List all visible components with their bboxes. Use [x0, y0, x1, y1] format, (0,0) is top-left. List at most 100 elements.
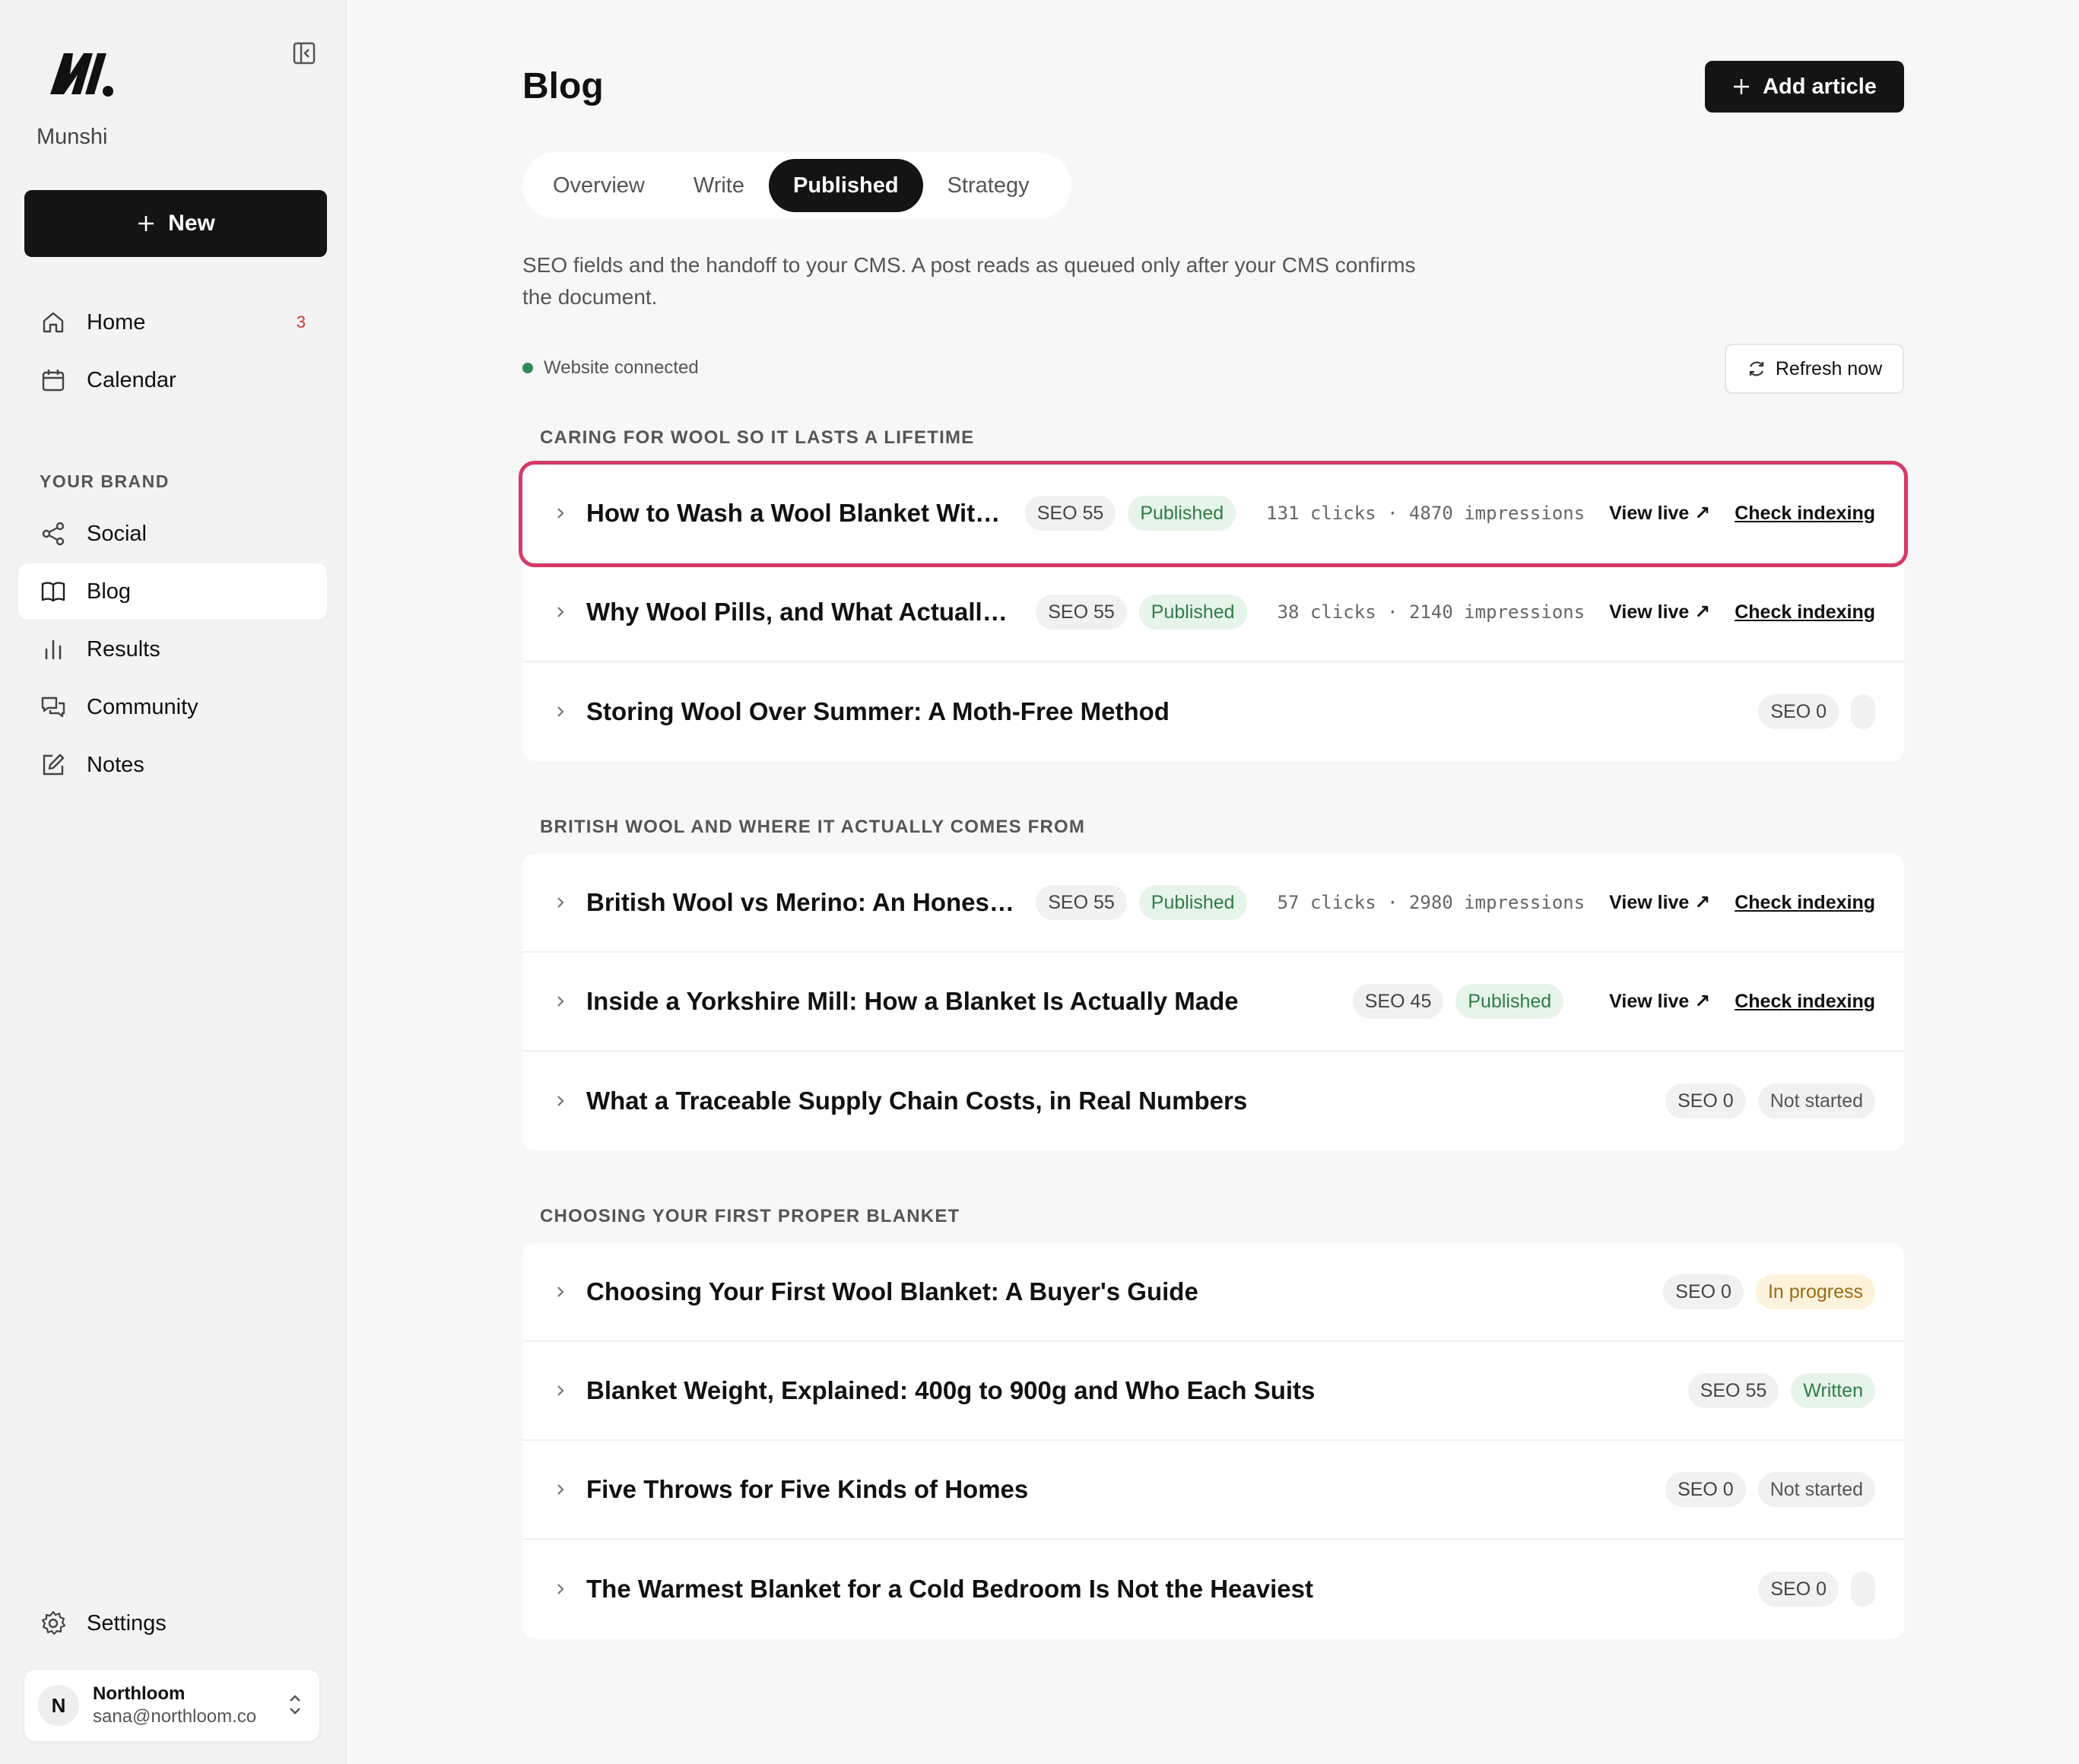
chat-bubbles-icon: [41, 696, 65, 718]
view-live-link[interactable]: View live ↗: [1609, 990, 1710, 1013]
check-indexing-link[interactable]: Check indexing: [1735, 601, 1875, 623]
new-button[interactable]: New: [24, 190, 327, 257]
sidebar-item-social[interactable]: Social: [18, 506, 327, 562]
calendar-icon: [42, 370, 65, 392]
article-title[interactable]: Blanket Weight, Explained: 400g to 900g …: [586, 1376, 1315, 1405]
seo-score-badge: SEO 55: [1036, 595, 1127, 630]
view-live-link[interactable]: View live ↗: [1609, 601, 1710, 623]
chevron-up-down-icon: [290, 1695, 300, 1715]
page-description: SEO fields and the handoff to your CMS. …: [522, 253, 1416, 309]
notification-badge: 3: [296, 313, 306, 332]
bar-chart-icon: [45, 639, 62, 660]
connection-status: Website connected: [522, 357, 699, 379]
article-title[interactable]: British Wool vs Merino: An Honest C...: [586, 888, 1016, 917]
table-row[interactable]: What a Traceable Supply Chain Costs, in …: [522, 1052, 1904, 1150]
article-title[interactable]: Storing Wool Over Summer: A Moth-Free Me…: [586, 697, 1170, 726]
sidebar: Munshi New Home 3 Calendar YOUR BRAND So…: [0, 0, 347, 1764]
view-live-link[interactable]: View live ↗: [1609, 891, 1710, 914]
article-title[interactable]: Choosing Your First Wool Blanket: A Buye…: [586, 1277, 1198, 1306]
brand-logo-icon[interactable]: [47, 47, 116, 100]
article-stats: 57 clicks · 2980 impressions: [1277, 892, 1585, 913]
tab-overview[interactable]: Overview: [528, 159, 669, 212]
seo-score-badge: SEO 0: [1665, 1083, 1746, 1118]
sidebar-item-calendar[interactable]: Calendar: [18, 352, 327, 408]
tab-bar: Overview Write Published Strategy: [522, 152, 1071, 219]
table-row[interactable]: British Wool vs Merino: An Honest C... S…: [522, 854, 1904, 953]
chevron-right-icon[interactable]: [553, 895, 568, 910]
collapse-sidebar-icon[interactable]: [290, 40, 318, 67]
sidebar-item-community[interactable]: Community: [18, 679, 327, 735]
home-icon: [43, 312, 64, 333]
account-email: sana@northloom.co: [93, 1706, 257, 1727]
article-title[interactable]: Five Throws for Five Kinds of Homes: [586, 1475, 1028, 1504]
article-title[interactable]: Inside a Yorkshire Mill: How a Blanket I…: [586, 987, 1239, 1016]
check-indexing-link[interactable]: Check indexing: [1735, 503, 1875, 525]
group-label: CARING FOR WOOL SO IT LASTS A LIFETIME: [540, 427, 975, 448]
seo-score-badge: SEO 45: [1352, 984, 1444, 1019]
tab-published[interactable]: Published: [769, 159, 923, 212]
chevron-right-icon[interactable]: [553, 1284, 568, 1299]
status-badge: Written: [1791, 1373, 1875, 1408]
gear-icon: [41, 1610, 66, 1636]
status-badge: Published: [1138, 595, 1247, 630]
chevron-right-icon[interactable]: [553, 704, 568, 719]
table-row[interactable]: Blanket Weight, Explained: 400g to 900g …: [522, 1342, 1904, 1441]
table-row[interactable]: Why Wool Pills, and What Actually S... S…: [522, 563, 1904, 662]
seo-score-badge: SEO 0: [1758, 1572, 1839, 1607]
article-group: Choosing Your First Wool Blanket: A Buye…: [522, 1243, 1904, 1639]
chevron-right-icon[interactable]: [553, 1482, 568, 1497]
refresh-now-button[interactable]: Refresh now: [1725, 344, 1904, 394]
sidebar-item-results[interactable]: Results: [18, 621, 327, 677]
view-live-link[interactable]: View live ↗: [1609, 502, 1710, 525]
chevron-right-icon[interactable]: [553, 506, 568, 521]
table-row[interactable]: The Warmest Blanket for a Cold Bedroom I…: [522, 1540, 1904, 1639]
article-title[interactable]: Why Wool Pills, and What Actually S...: [586, 598, 1016, 627]
article-title[interactable]: How to Wash a Wool Blanket Witho...: [586, 499, 1005, 528]
chevron-right-icon[interactable]: [553, 994, 568, 1009]
refresh-icon: [1749, 361, 1763, 376]
chevron-right-icon[interactable]: [553, 1582, 568, 1597]
seo-score-badge: SEO 55: [1036, 885, 1127, 920]
status-badge: Published: [1128, 496, 1236, 531]
section-label-your-brand: YOUR BRAND: [40, 471, 170, 491]
seo-score-badge: SEO 0: [1665, 1472, 1746, 1507]
plus-icon: [1734, 79, 1750, 94]
article-stats: 38 clicks · 2140 impressions: [1277, 601, 1585, 623]
connection-status-text: Website connected: [544, 357, 699, 378]
sidebar-item-blog[interactable]: Blog: [18, 563, 327, 620]
seo-score-badge: SEO 0: [1758, 694, 1839, 729]
table-row[interactable]: Inside a Yorkshire Mill: How a Blanket I…: [522, 953, 1904, 1052]
group-label: BRITISH WOOL AND WHERE IT ACTUALLY COMES…: [540, 817, 1086, 837]
seo-score-badge: SEO 55: [1024, 496, 1116, 531]
article-title[interactable]: What a Traceable Supply Chain Costs, in …: [586, 1087, 1247, 1115]
share-icon: [42, 522, 65, 546]
sidebar-item-settings[interactable]: Settings: [18, 1595, 327, 1651]
chevron-right-icon[interactable]: [553, 1093, 568, 1109]
table-row[interactable]: Five Throws for Five Kinds of Homes SEO …: [522, 1441, 1904, 1540]
sidebar-item-notes[interactable]: Notes: [18, 737, 327, 793]
article-title[interactable]: The Warmest Blanket for a Cold Bedroom I…: [586, 1575, 1313, 1604]
check-indexing-link[interactable]: Check indexing: [1735, 991, 1875, 1013]
book-open-icon: [41, 582, 65, 602]
seo-score-badge: SEO 55: [1687, 1373, 1779, 1408]
status-badge: Not started: [1757, 1083, 1875, 1118]
table-row[interactable]: How to Wash a Wool Blanket Witho... SEO …: [519, 461, 1908, 567]
status-badge: Published: [1138, 885, 1247, 920]
check-indexing-link[interactable]: Check indexing: [1735, 892, 1875, 914]
status-badge: [1851, 1572, 1875, 1607]
sidebar-item-home[interactable]: Home 3: [18, 294, 327, 351]
article-group: How to Wash a Wool Blanket Witho... SEO …: [519, 461, 1908, 761]
chevron-right-icon[interactable]: [553, 1383, 568, 1398]
status-badge: In progress: [1755, 1274, 1875, 1309]
tab-strategy[interactable]: Strategy: [923, 159, 1054, 212]
chevron-right-icon[interactable]: [553, 604, 568, 620]
sidebar-item-label: Notes: [87, 752, 144, 777]
brand-name: Munshi: [37, 125, 108, 149]
table-row[interactable]: Choosing Your First Wool Blanket: A Buye…: [522, 1243, 1904, 1342]
table-row[interactable]: Storing Wool Over Summer: A Moth-Free Me…: [522, 662, 1904, 761]
group-label: CHOOSING YOUR FIRST PROPER BLANKET: [540, 1206, 960, 1226]
add-article-button[interactable]: Add article: [1705, 61, 1904, 113]
sidebar-item-label: Home: [87, 309, 146, 335]
account-switcher[interactable]: N Northloom sana@northloom.co: [24, 1670, 319, 1741]
tab-write[interactable]: Write: [669, 159, 769, 212]
